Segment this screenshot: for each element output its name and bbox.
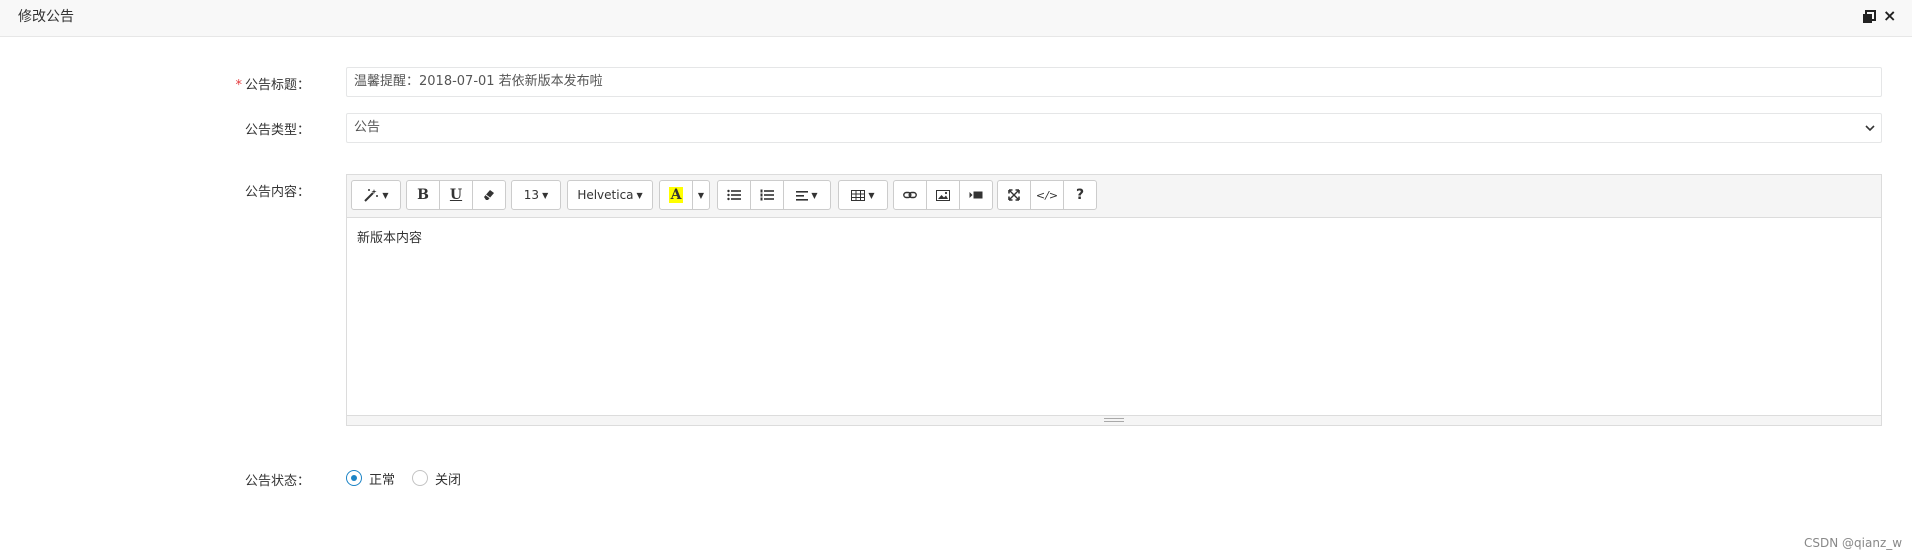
picture-icon (936, 189, 950, 201)
status-closed-radio[interactable] (412, 470, 429, 486)
code-view-button[interactable]: </> (1030, 180, 1064, 210)
ordered-list-button[interactable] (750, 180, 784, 210)
font-name-dropdown[interactable]: Helvetica ▼ (567, 180, 653, 210)
dialog-titlebar: 修改公告 × (0, 0, 1912, 37)
status-normal-radio[interactable] (346, 470, 362, 486)
fullscreen-icon (1008, 189, 1020, 201)
align-dropdown[interactable]: ▼ (783, 180, 831, 210)
title-input-value: 温馨提醒：2018-07-01 若依新版本发布啦 (354, 74, 603, 89)
status-radio-group: 正常 关闭 (346, 469, 478, 488)
table-icon (851, 189, 866, 201)
type-select[interactable]: 公告 (346, 113, 1882, 143)
video-icon (969, 191, 983, 199)
underline-button[interactable]: U (439, 180, 473, 210)
font-size-value: 13 (523, 188, 540, 202)
title-label: * 公告标题： (235, 78, 310, 93)
editor-content[interactable]: 新版本内容 (357, 227, 422, 246)
close-icon[interactable]: × (1883, 8, 1896, 24)
clear-format-button[interactable] (472, 180, 506, 210)
fullscreen-button[interactable] (997, 180, 1031, 210)
required-mark: * (235, 78, 242, 93)
video-button[interactable] (959, 180, 993, 210)
rich-text-editor: ▼ B U 13 ▼ Helvetica ▼ A ▼ ▼ ▼ </> ? 新版本… (346, 174, 1882, 426)
ordered-list-icon (760, 189, 774, 201)
status-label: 公告状态： (244, 474, 310, 489)
watermark-text: CSDN @qianz_w (1804, 536, 1903, 550)
link-button[interactable] (893, 180, 927, 210)
editor-toolbar: ▼ B U 13 ▼ Helvetica ▼ A ▼ ▼ ▼ </> ? (347, 175, 1881, 218)
status-normal-label[interactable]: 正常 (369, 469, 395, 488)
font-name-value: Helvetica (577, 188, 634, 202)
type-select-value: 公告 (354, 120, 381, 135)
resize-grip-icon[interactable] (1104, 418, 1124, 422)
title-input[interactable]: 温馨提醒：2018-07-01 若依新版本发布啦 (346, 67, 1882, 97)
unordered-list-button[interactable] (717, 180, 751, 210)
chevron-down-icon (1865, 125, 1875, 132)
style-dropdown-button[interactable]: ▼ (351, 180, 401, 210)
editor-resize-bar[interactable] (347, 415, 1881, 425)
link-icon (903, 191, 917, 199)
font-size-dropdown[interactable]: 13 ▼ (511, 180, 561, 210)
eraser-icon (484, 190, 494, 200)
bold-button[interactable]: B (406, 180, 440, 210)
dialog-title: 修改公告 (18, 9, 74, 25)
unordered-list-icon (727, 189, 741, 201)
magic-wand-icon (364, 189, 379, 202)
align-left-icon (796, 190, 809, 201)
picture-button[interactable] (926, 180, 960, 210)
content-label: 公告内容： (244, 185, 310, 200)
status-closed-label[interactable]: 关闭 (435, 469, 461, 488)
restore-icon[interactable] (1862, 10, 1876, 24)
table-dropdown[interactable]: ▼ (838, 180, 888, 210)
type-label: 公告类型： (244, 123, 310, 138)
text-color-button[interactable]: A (659, 180, 693, 210)
text-color-label: A (668, 187, 684, 203)
help-button[interactable]: ? (1063, 180, 1097, 210)
text-color-dropdown[interactable]: ▼ (692, 180, 710, 210)
